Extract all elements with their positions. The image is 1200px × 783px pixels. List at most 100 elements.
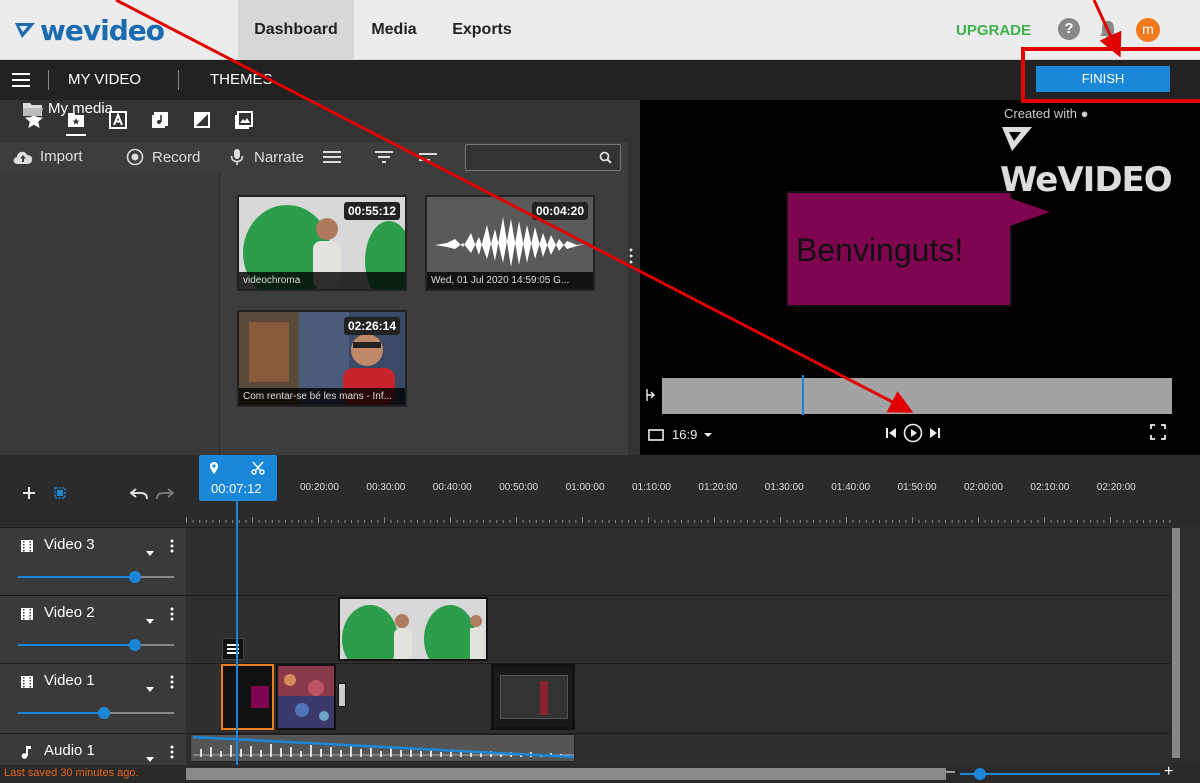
aspect-ratio-dropdown[interactable]: 16:9 (648, 427, 713, 442)
user-avatar[interactable]: m (1136, 18, 1160, 42)
skip-to-end-icon[interactable] (928, 426, 942, 443)
track-more-icon[interactable] (170, 607, 174, 626)
panel-resize-handle[interactable] (629, 248, 633, 264)
save-status: Last saved 30 minutes ago. (4, 767, 139, 779)
timeline-clip-audio[interactable] (190, 734, 575, 762)
ruler-tick-label: 00:30:00 (366, 482, 406, 493)
media-item[interactable]: 02:26:14 Com rentar-se bé les mans - Inf… (237, 310, 407, 407)
fullscreen-icon[interactable] (1150, 424, 1166, 443)
wevideo-logo-icon (1002, 127, 1032, 151)
media-item[interactable]: 00:04:20 Wed, 01 Jul 2020 14:59:05 G... (425, 195, 595, 291)
media-caption: Com rentar-se bé les mans - Inf... (239, 388, 405, 405)
tab-dashboard[interactable]: Dashboard (238, 0, 354, 60)
add-track-icon[interactable] (22, 486, 36, 505)
preview-title-text: Benvinguts! (796, 232, 964, 268)
timeline-clip-videochroma[interactable] (338, 597, 488, 673)
scrubber-playhead[interactable] (802, 375, 805, 415)
redo-icon[interactable] (156, 487, 175, 506)
scissors-icon[interactable] (251, 461, 265, 475)
track-volume-slider[interactable] (18, 571, 174, 583)
finish-button[interactable]: FINISH (1036, 66, 1170, 92)
volume-knob[interactable] (97, 707, 110, 719)
media-duration: 00:55:12 (343, 202, 400, 220)
clip-menu-icon[interactable] (222, 638, 244, 660)
media-duration: 00:04:20 (531, 202, 588, 220)
track-volume-slider[interactable] (18, 707, 174, 719)
track-name[interactable]: Audio 1 (44, 742, 95, 759)
ruler-tick-label: 02:20:00 (1096, 482, 1136, 493)
media-caption: Wed, 01 Jul 2020 14:59:05 G... (427, 272, 593, 289)
volume-knob[interactable] (129, 639, 141, 651)
transition-handle[interactable] (338, 683, 346, 707)
brand-name: wevideo (40, 13, 165, 47)
timeline-vertical-scrollbar[interactable] (1172, 528, 1180, 758)
timeline-clip-title[interactable] (221, 664, 274, 730)
track-video-1 (0, 663, 1170, 734)
transition-icon[interactable] (192, 110, 212, 130)
skip-to-start-icon[interactable] (884, 426, 898, 443)
folder-icon (23, 102, 43, 116)
undo-icon[interactable] (129, 487, 148, 506)
watermark-created-text: Created with (1004, 106, 1077, 121)
project-title[interactable]: MY VIDEO (68, 71, 141, 88)
timeline-clip-bokeh[interactable] (276, 664, 336, 730)
import-label: Import (40, 148, 83, 165)
tab-media[interactable]: Media (358, 0, 430, 60)
mark-in-icon[interactable] (646, 388, 656, 405)
import-button[interactable]: Import (12, 148, 83, 165)
play-icon[interactable] (903, 423, 923, 446)
track-volume-slider[interactable] (18, 639, 174, 651)
track-options-chevron-icon[interactable] (146, 611, 154, 629)
track-options-chevron-icon[interactable] (146, 679, 154, 697)
view-list-icon[interactable] (322, 150, 342, 168)
track-video-3 (0, 527, 1170, 596)
record-icon (126, 148, 144, 166)
wevideo-logo-icon (15, 23, 35, 38)
track-lane[interactable] (186, 596, 1170, 664)
ruler-tick-label: 00:40:00 (432, 482, 472, 493)
image-icon[interactable] (234, 110, 254, 130)
clip-filmstrip (278, 666, 334, 728)
filter-icon[interactable] (374, 150, 394, 168)
track-more-icon[interactable] (170, 675, 174, 694)
zoom-in-icon[interactable]: + (1164, 764, 1176, 780)
track-lane[interactable] (186, 528, 1170, 596)
folder-my-media[interactable]: My media (22, 100, 113, 117)
music-icon[interactable] (150, 110, 170, 130)
zoom-slider[interactable] (960, 773, 1160, 775)
hamburger-menu-icon[interactable] (12, 73, 30, 87)
divider (178, 70, 179, 90)
zoom-slider-knob[interactable] (974, 768, 986, 780)
playhead-line[interactable] (236, 501, 238, 783)
media-search-input[interactable] (465, 144, 621, 171)
marker-pin-icon[interactable] (209, 461, 219, 475)
preview-scrubber[interactable] (662, 378, 1172, 414)
narrate-label: Narrate (254, 148, 305, 166)
media-item[interactable]: 00:55:12 videochroma (237, 195, 413, 301)
sort-icon[interactable] (418, 150, 438, 168)
themes-button[interactable]: THEMES (210, 71, 273, 88)
help-icon[interactable]: ? (1058, 18, 1080, 40)
track-video-2 (0, 595, 1170, 664)
magnet-snap-icon[interactable] (52, 485, 68, 506)
volume-knob[interactable] (129, 571, 141, 583)
record-button[interactable]: Record (126, 148, 200, 166)
playhead-marker[interactable]: 00:07:12 (199, 455, 277, 501)
timeline-clip-end[interactable] (491, 664, 575, 730)
track-more-icon[interactable] (170, 539, 174, 558)
track-name[interactable]: Video 1 (44, 672, 95, 689)
upgrade-link[interactable]: UPGRADE (956, 22, 1031, 39)
notifications-bell-icon[interactable] (1098, 19, 1118, 46)
track-options-chevron-icon[interactable] (146, 543, 154, 561)
timeline-horizontal-scrollbar[interactable] (186, 768, 946, 780)
folder-label: My media (48, 100, 114, 117)
wevideo-logo[interactable]: wevideo (14, 13, 165, 47)
narrate-button[interactable]: Narrate (230, 148, 304, 166)
track-name[interactable]: Video 3 (44, 536, 95, 553)
zoom-out-icon[interactable]: – (946, 764, 958, 781)
film-strip-icon (20, 607, 34, 626)
track-name[interactable]: Video 2 (44, 604, 95, 621)
aspect-ratio-label: 16:9 (672, 427, 698, 442)
tab-exports[interactable]: Exports (438, 0, 526, 60)
track-more-icon[interactable] (170, 745, 174, 764)
